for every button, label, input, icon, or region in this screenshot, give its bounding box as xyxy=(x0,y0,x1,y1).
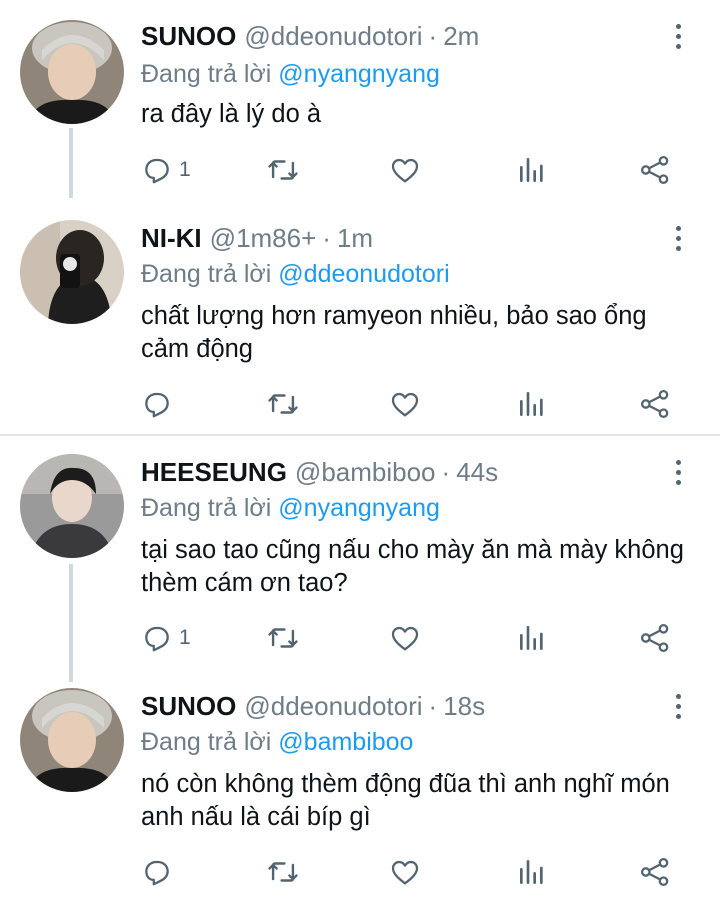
reply-button[interactable] xyxy=(141,384,179,424)
share-button[interactable] xyxy=(638,150,672,190)
reply-button[interactable] xyxy=(141,852,179,892)
like-button[interactable] xyxy=(389,384,421,424)
tweet-header: SUNOO @ddeonudotori · 2m xyxy=(141,16,479,56)
avatar-sunoo[interactable] xyxy=(20,20,124,124)
retweet-icon xyxy=(266,387,300,421)
like-icon xyxy=(389,388,421,420)
retweet-icon xyxy=(266,153,300,187)
replying-mention[interactable]: @nyangnyang xyxy=(278,494,440,522)
more-options-icon[interactable] xyxy=(666,16,690,56)
author-name[interactable]: SUNOO xyxy=(141,686,236,726)
analytics-icon xyxy=(516,388,548,420)
replying-mention[interactable]: @nyangnyang xyxy=(278,60,440,88)
timestamp[interactable]: 18s xyxy=(443,686,485,726)
avatar-ni-ki[interactable] xyxy=(20,220,124,324)
author-name[interactable]: HEESEUNG xyxy=(141,452,287,492)
share-icon xyxy=(638,387,672,421)
replying-to: Đang trả lời @ddeonudotori xyxy=(141,256,450,292)
author-handle[interactable]: @bambiboo xyxy=(295,452,436,492)
tweet-text: tại sao tao cũng nấu cho mày ăn mà mày k… xyxy=(141,536,684,597)
author-name[interactable]: NI-KI xyxy=(141,218,202,258)
action-bar xyxy=(0,852,720,892)
tweet-header: NI-KI @1m86+ · 1m xyxy=(141,218,373,258)
replying-mention[interactable]: @bambiboo xyxy=(278,728,413,756)
avatar-sunoo[interactable] xyxy=(20,688,124,792)
tweet-text: ra đây là lý do à xyxy=(141,100,322,128)
more-options-icon[interactable] xyxy=(666,218,690,258)
retweet-button[interactable] xyxy=(266,618,300,658)
dot-separator: · xyxy=(428,691,438,721)
share-button[interactable] xyxy=(638,384,672,424)
like-button[interactable] xyxy=(389,618,421,658)
share-button[interactable] xyxy=(638,852,672,892)
dot-separator: · xyxy=(441,457,451,487)
like-icon xyxy=(389,154,421,186)
analytics-icon xyxy=(516,856,548,888)
analytics-button[interactable] xyxy=(516,852,548,892)
author-handle[interactable]: @1m86+ xyxy=(210,218,317,258)
author-handle[interactable]: @ddeonudotori xyxy=(244,16,422,56)
author-name[interactable]: SUNOO xyxy=(141,16,236,56)
share-icon xyxy=(638,621,672,655)
replying-prefix: Đang trả lời xyxy=(141,260,279,288)
reply-icon xyxy=(141,388,173,420)
reply-icon xyxy=(141,154,173,186)
like-button[interactable] xyxy=(389,852,421,892)
avatar-heeseung[interactable] xyxy=(20,454,124,558)
timestamp[interactable]: 44s xyxy=(456,452,498,492)
replying-to: Đang trả lời @nyangnyang xyxy=(141,490,440,526)
tweet-3[interactable]: HEESEUNG @bambiboo · 44s Đang trả lời @n… xyxy=(0,452,720,682)
share-icon xyxy=(638,153,672,187)
more-options-icon[interactable] xyxy=(666,452,690,492)
retweet-icon xyxy=(266,855,300,889)
tweet-feed: SUNOO @ddeonudotori · 2m Đang trả lời @n… xyxy=(0,0,720,899)
reply-count: 1 xyxy=(179,158,191,181)
analytics-button[interactable] xyxy=(516,150,548,190)
replying-prefix: Đang trả lời xyxy=(141,728,279,756)
tweet-header: SUNOO @ddeonudotori · 18s xyxy=(141,686,485,726)
replying-prefix: Đang trả lời xyxy=(141,494,279,522)
replying-to: Đang trả lời @nyangnyang xyxy=(141,56,440,92)
like-icon xyxy=(389,856,421,888)
share-icon xyxy=(638,855,672,889)
retweet-button[interactable] xyxy=(266,384,300,424)
reply-icon xyxy=(141,856,173,888)
action-bar xyxy=(0,384,720,424)
reply-button[interactable]: 1 xyxy=(141,150,191,190)
analytics-icon xyxy=(516,154,548,186)
more-options-icon[interactable] xyxy=(666,686,690,726)
retweet-icon xyxy=(266,621,300,655)
tweet-1[interactable]: SUNOO @ddeonudotori · 2m Đang trả lời @n… xyxy=(0,16,720,198)
dot-separator: · xyxy=(322,223,331,253)
action-bar: 1 xyxy=(0,618,720,658)
tweet-4[interactable]: SUNOO @ddeonudotori · 18s Đang trả lời @… xyxy=(0,686,720,899)
replying-to: Đang trả lời @bambiboo xyxy=(141,724,413,760)
like-icon xyxy=(389,622,421,654)
replying-mention[interactable]: @ddeonudotori xyxy=(278,260,449,288)
action-bar: 1 xyxy=(0,150,720,190)
tweet-text: chất lượng hơn ramyeon nhiều, bảo sao ổn… xyxy=(141,302,647,363)
like-button[interactable] xyxy=(389,150,421,190)
retweet-button[interactable] xyxy=(266,150,300,190)
tweet-text: nó còn không thèm động đũa thì anh nghĩ … xyxy=(141,770,670,831)
tweet-header: HEESEUNG @bambiboo · 44s xyxy=(141,452,498,492)
reply-button[interactable]: 1 xyxy=(141,618,191,658)
share-button[interactable] xyxy=(638,618,672,658)
retweet-button[interactable] xyxy=(266,852,300,892)
tweet-2[interactable]: NI-KI @1m86+ · 1m Đang trả lời @ddeonudo… xyxy=(0,218,720,434)
reply-count: 1 xyxy=(179,626,191,649)
author-handle[interactable]: @ddeonudotori xyxy=(244,686,422,726)
replying-prefix: Đang trả lời xyxy=(141,60,279,88)
timestamp[interactable]: 2m xyxy=(443,16,479,56)
timestamp[interactable]: 1m xyxy=(337,218,373,258)
analytics-icon xyxy=(516,622,548,654)
dot-separator: · xyxy=(428,21,438,51)
analytics-button[interactable] xyxy=(516,384,548,424)
thread-separator xyxy=(0,434,720,436)
reply-icon xyxy=(141,622,173,654)
analytics-button[interactable] xyxy=(516,618,548,658)
